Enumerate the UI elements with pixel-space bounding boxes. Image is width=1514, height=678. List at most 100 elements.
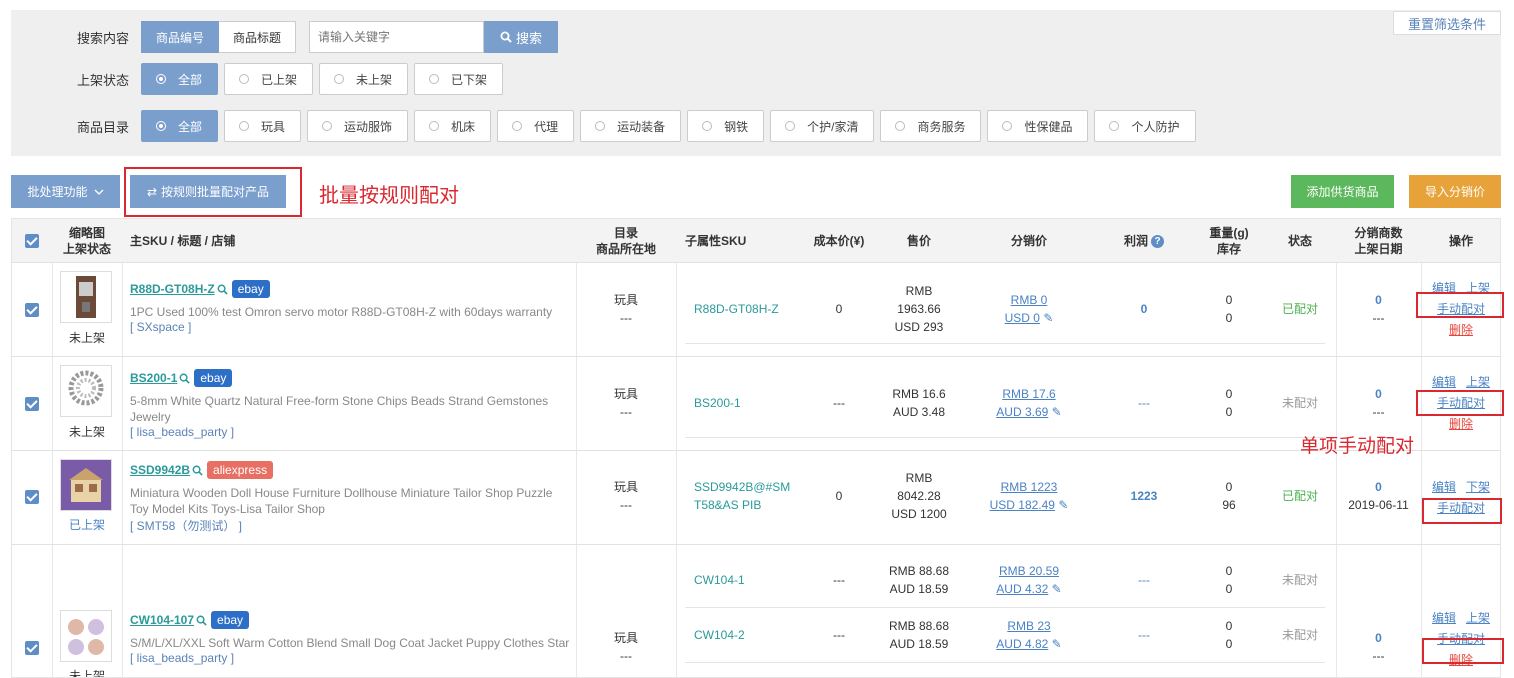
edit-icon[interactable]: ✎ <box>1052 582 1062 596</box>
edit-icon[interactable]: ✎ <box>1043 311 1053 325</box>
row-checkbox[interactable] <box>25 303 39 317</box>
cost: --- <box>833 573 845 587</box>
match-status: 未配对 <box>1281 396 1318 410</box>
select-all-checkbox[interactable] <box>12 219 52 263</box>
store-name[interactable]: [ lisa_beads_party ] <box>130 651 570 665</box>
edit-icon[interactable]: ✎ <box>1052 405 1062 419</box>
search-icon[interactable] <box>196 615 207 626</box>
row-checkbox[interactable] <box>25 397 39 411</box>
search-icon[interactable] <box>192 465 203 476</box>
category-label: 商品目录 <box>76 119 129 135</box>
product-thumbnail[interactable] <box>60 459 112 511</box>
edit-icon[interactable]: ✎ <box>1058 498 1068 512</box>
checkbox-icon <box>25 490 39 504</box>
product-thumbnail[interactable] <box>60 365 112 417</box>
edit-link[interactable]: 编辑 <box>1432 480 1456 494</box>
edit-link[interactable]: 编辑 <box>1432 375 1456 389</box>
table-row[interactable]: 未上架 CW104-107 ebay S/M/L/XL/XXL Soft War… <box>12 545 1500 677</box>
product-thumbnail[interactable] <box>60 610 112 662</box>
radio-icon <box>429 121 440 131</box>
product-title: 1PC Used 100% test Omron servo motor R88… <box>130 305 553 319</box>
help-icon[interactable]: ? <box>1151 234 1164 248</box>
search-icon[interactable] <box>217 284 228 295</box>
col-main: 主SKU / 标题 / 店铺 <box>130 234 236 248</box>
col-profit: 利润? <box>1094 219 1194 263</box>
dollhouse-image-icon <box>61 460 111 510</box>
category-option[interactable]: 运动服饰 <box>307 110 409 142</box>
price: RMB 88.68 AUD 18.59 <box>888 619 950 651</box>
status-option-delisted[interactable]: 已下架 <box>414 63 504 95</box>
category-option[interactable]: 机床 <box>414 110 492 142</box>
status-option-all[interactable]: 全部 <box>141 63 219 95</box>
table-row[interactable]: 已上架 SSD9942B aliexpress Miniatura Wooden… <box>12 451 1500 545</box>
category-option[interactable]: 个人防护 <box>1094 110 1196 142</box>
catalog: 玩具 --- <box>613 293 638 325</box>
search-icon[interactable] <box>179 373 191 384</box>
category-option[interactable]: 钢铁 <box>687 110 765 142</box>
dog-coat-image-icon <box>68 619 104 655</box>
category-option[interactable]: 运动装备 <box>580 110 682 142</box>
delist-link[interactable]: 下架 <box>1466 480 1490 494</box>
radio-icon <box>512 121 523 131</box>
add-supplier-product-button[interactable]: 添加供货商品 <box>1291 175 1394 208</box>
match-status: 未配对 <box>1281 628 1318 642</box>
dist-price[interactable]: RMB 1223 USD 182.49 ✎ <box>964 478 1094 514</box>
category-option-all[interactable]: 全部 <box>141 110 219 142</box>
status-option-unlisted[interactable]: 未上架 <box>319 63 409 95</box>
profit: --- <box>1138 396 1150 410</box>
row-checkbox[interactable] <box>25 641 39 655</box>
category-row: 商品目录 全部 玩具 运动服饰 机床 代理 运动装备 钢铁 个护/家清 商务服务… <box>11 110 1202 142</box>
table-row[interactable]: 未上架 BS200-1 ebay 5-8mm White Quartz Natu… <box>12 357 1500 451</box>
radio-icon <box>334 74 345 84</box>
status-option-listed[interactable]: 已上架 <box>224 63 314 95</box>
delete-link[interactable]: 删除 <box>1449 323 1473 337</box>
dist-price[interactable]: RMB 17.6 AUD 3.69 ✎ <box>964 385 1094 421</box>
search-type-sku[interactable]: 商品编号 <box>141 21 220 53</box>
dist-count: 0 --- <box>1372 293 1385 325</box>
sku-link[interactable]: BS200-1 <box>130 371 177 385</box>
product-title: Miniatura Wooden Doll House Furniture Do… <box>130 486 553 516</box>
radio-icon <box>156 121 166 131</box>
radio-icon <box>1002 121 1013 131</box>
price: RMB 88.68 AUD 18.59 <box>888 564 950 596</box>
profit: 0 <box>1140 302 1148 316</box>
status-option-label: 未上架 <box>356 72 393 87</box>
servo-image-icon <box>76 276 96 318</box>
category-option[interactable]: 玩具 <box>224 110 302 142</box>
list-link[interactable]: 上架 <box>1466 611 1490 625</box>
weight-stock: 0 96 <box>1222 480 1236 512</box>
search-input[interactable] <box>309 21 485 53</box>
edit-icon[interactable]: ✎ <box>1052 637 1062 651</box>
sku-link[interactable]: CW104-107 <box>130 613 194 627</box>
radio-icon <box>895 121 906 131</box>
category-option[interactable]: 性保健品 <box>987 110 1089 142</box>
reset-filters-button[interactable]: 重置筛选条件 <box>1392 11 1501 35</box>
dist-price[interactable]: RMB 23 AUD 4.82 ✎ <box>964 617 1094 653</box>
search-type-title[interactable]: 商品标题 <box>219 21 297 53</box>
weight-stock: 00 <box>1225 619 1233 651</box>
row-checkbox[interactable] <box>25 490 39 504</box>
dist-price[interactable]: RMB 20.59 AUD 4.32 ✎ <box>964 562 1094 598</box>
search-button[interactable]: 搜索 <box>484 21 559 53</box>
store-name[interactable]: [ lisa_beads_party ] <box>130 425 570 439</box>
category-option[interactable]: 个护/家清 <box>770 110 875 142</box>
product-thumbnail[interactable] <box>60 271 112 323</box>
sku-link[interactable]: SSD9942B <box>130 463 190 477</box>
edit-link[interactable]: 编辑 <box>1432 611 1456 625</box>
import-distribution-price-button[interactable]: 导入分销价 <box>1409 175 1501 208</box>
delete-link[interactable]: 删除 <box>1449 417 1473 431</box>
platform-badge: ebay <box>231 280 270 298</box>
divider <box>685 437 1325 438</box>
store-name[interactable]: [ SXspace ] <box>130 320 570 334</box>
search-button-label: 搜索 <box>516 30 543 46</box>
table-row[interactable]: 未上架 R88D-GT08H-Z ebay 1PC Used 100% test… <box>12 263 1500 357</box>
profit: --- <box>1138 628 1150 642</box>
batch-actions-dropdown[interactable]: 批处理功能 <box>11 175 120 208</box>
list-link[interactable]: 上架 <box>1466 375 1490 389</box>
category-option[interactable]: 代理 <box>497 110 575 142</box>
store-name[interactable]: [ SMT58（勿测试） ] <box>130 517 570 534</box>
dist-price[interactable]: RMB 0 USD 0 ✎ <box>964 291 1094 327</box>
sku-link[interactable]: R88D-GT08H-Z <box>130 282 215 296</box>
category-option[interactable]: 商务服务 <box>880 110 982 142</box>
radio-icon <box>429 74 440 84</box>
